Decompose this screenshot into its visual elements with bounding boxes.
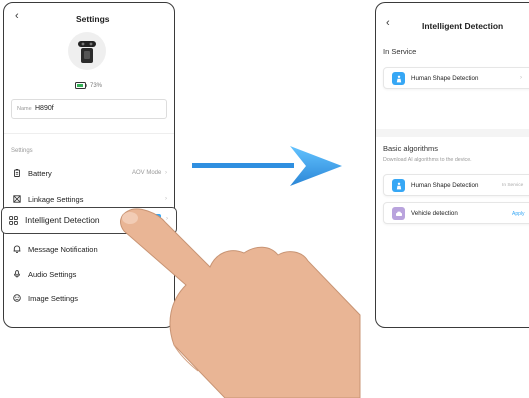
algorithm-status: In Service: [502, 183, 524, 188]
in-service-item[interactable]: Human Shape Detection ›: [383, 67, 529, 89]
algorithm-item[interactable]: Human Shape Detection In Service: [383, 174, 529, 196]
camera-icon: [78, 41, 96, 63]
battery-percent: 73%: [90, 82, 103, 89]
name-field[interactable]: Name H890f: [11, 99, 167, 119]
settings-item-label: Linkage Settings: [28, 195, 84, 204]
vehicle-icon: [395, 211, 402, 216]
human-shape-badge: [392, 72, 405, 85]
settings-item-label: Intelligent Detection: [25, 215, 100, 225]
back-button[interactable]: ‹: [386, 18, 390, 29]
back-button[interactable]: ‹: [15, 11, 19, 22]
section-label: Settings: [11, 148, 33, 154]
basic-algorithms-title: Basic algorithms: [383, 144, 439, 153]
arrow-right-icon: [192, 146, 342, 186]
apply-button[interactable]: Apply: [512, 211, 525, 217]
settings-item-label: Battery: [28, 169, 52, 178]
settings-item-label: Audio Settings: [28, 270, 77, 279]
grid-icon: [9, 216, 18, 225]
name-value: H890f: [35, 105, 54, 112]
divider: [4, 133, 174, 134]
chevron-right-icon: ›: [520, 75, 522, 81]
microphone-icon: [13, 270, 21, 278]
battery-level-icon: [75, 82, 87, 89]
chevron-right-icon: ›: [165, 196, 167, 202]
settings-item-battery[interactable]: Battery AOV Mode ›: [4, 165, 174, 183]
human-shape-badge: [392, 179, 405, 192]
in-service-label: In Service: [383, 47, 417, 56]
algorithm-label: Human Shape Detection: [411, 182, 479, 189]
battery-indicator: 73%: [75, 82, 102, 89]
algorithm-label: Vehicle detection: [411, 210, 458, 217]
image-settings-icon: [13, 294, 21, 302]
battery-icon: [14, 169, 20, 177]
human-shape-icon: [396, 75, 401, 82]
intelligent-detection-screen: ‹ Intelligent Detection In Service Human…: [375, 2, 529, 328]
bell-icon: [13, 245, 21, 253]
linkage-icon: [13, 195, 21, 203]
hand-pointer-icon: [120, 208, 361, 398]
page-title: Settings: [76, 14, 110, 24]
chevron-right-icon: ›: [165, 170, 167, 176]
settings-item-label: Message Notification: [28, 245, 98, 254]
device-image: [68, 32, 106, 70]
section-divider: [376, 129, 529, 137]
page-title: Intelligent Detection: [422, 21, 504, 31]
settings-item-value: AOV Mode: [132, 170, 162, 176]
algorithm-label: Human Shape Detection: [411, 75, 479, 82]
human-shape-icon: [396, 182, 401, 189]
name-label: Name: [17, 106, 32, 112]
basic-algorithms-subtitle: Download AI algorithms to the device.: [383, 157, 472, 163]
algorithm-item[interactable]: Vehicle detection Apply: [383, 202, 529, 224]
settings-item-label: Image Settings: [28, 294, 79, 303]
vehicle-badge: [392, 207, 405, 220]
